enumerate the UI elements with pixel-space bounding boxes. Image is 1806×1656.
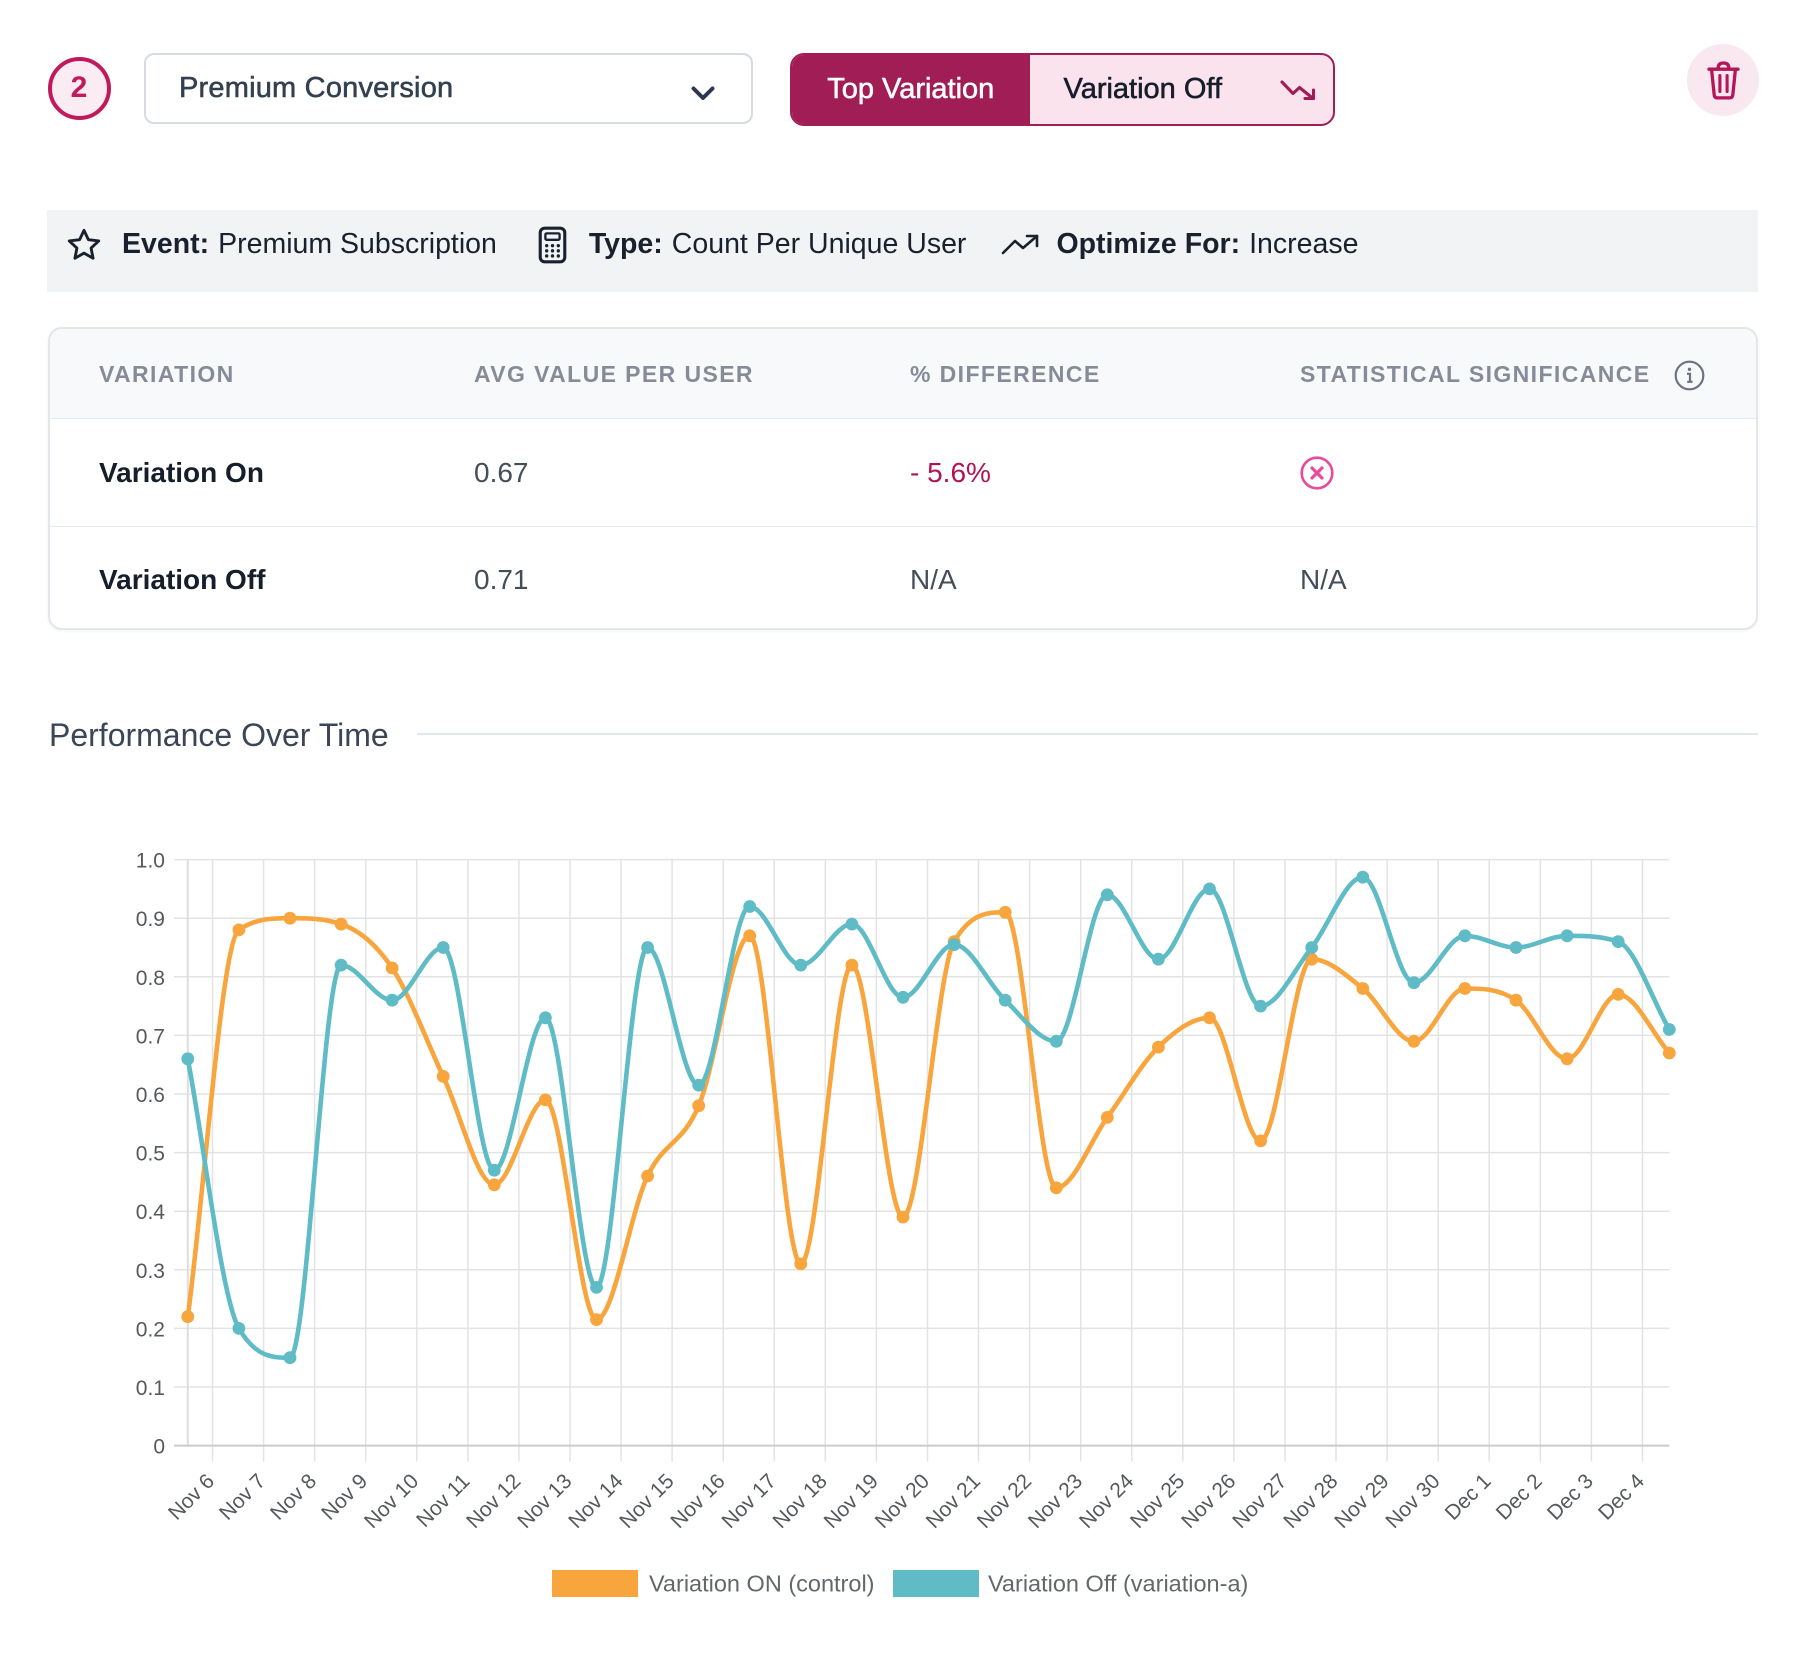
svg-text:Nov 30: Nov 30 xyxy=(1381,1470,1444,1533)
svg-text:0: 0 xyxy=(153,1436,165,1459)
svg-text:Nov 21: Nov 21 xyxy=(922,1470,985,1533)
svg-text:Nov 12: Nov 12 xyxy=(462,1470,525,1533)
svg-text:1.0: 1.0 xyxy=(136,850,165,873)
svg-text:Nov 14: Nov 14 xyxy=(564,1469,628,1533)
svg-text:0.8: 0.8 xyxy=(136,967,165,990)
svg-text:Nov 11: Nov 11 xyxy=(412,1470,474,1532)
svg-text:Nov 7: Nov 7 xyxy=(215,1470,270,1525)
svg-text:Nov 28: Nov 28 xyxy=(1279,1470,1342,1533)
svg-text:0.6: 0.6 xyxy=(136,1084,165,1107)
svg-text:Nov 8: Nov 8 xyxy=(266,1470,321,1525)
svg-text:Nov 19: Nov 19 xyxy=(820,1470,883,1533)
svg-text:Nov 17: Nov 17 xyxy=(718,1470,781,1533)
svg-text:Variation ON (control): Variation ON (control) xyxy=(649,1571,875,1597)
svg-text:0.9: 0.9 xyxy=(136,908,165,931)
svg-text:Nov 15: Nov 15 xyxy=(615,1470,678,1533)
svg-text:Nov 27: Nov 27 xyxy=(1228,1470,1291,1533)
svg-text:0.4: 0.4 xyxy=(136,1201,166,1224)
svg-text:Nov 20: Nov 20 xyxy=(871,1470,934,1533)
svg-text:Nov 22: Nov 22 xyxy=(973,1470,1036,1533)
svg-text:Nov 18: Nov 18 xyxy=(769,1470,832,1533)
svg-text:Dec 2: Dec 2 xyxy=(1492,1470,1547,1525)
svg-text:Nov 23: Nov 23 xyxy=(1024,1470,1087,1533)
svg-text:0.5: 0.5 xyxy=(136,1143,165,1166)
svg-text:0.7: 0.7 xyxy=(136,1025,165,1048)
svg-text:Dec 3: Dec 3 xyxy=(1543,1470,1598,1525)
svg-text:0.1: 0.1 xyxy=(136,1377,165,1400)
svg-text:Nov 16: Nov 16 xyxy=(666,1470,729,1533)
svg-text:Nov 24: Nov 24 xyxy=(1075,1469,1139,1533)
svg-text:Nov 26: Nov 26 xyxy=(1177,1470,1240,1533)
svg-text:Nov 13: Nov 13 xyxy=(513,1470,576,1533)
svg-text:Nov 6: Nov 6 xyxy=(164,1470,219,1525)
svg-text:Nov 10: Nov 10 xyxy=(360,1470,423,1533)
svg-text:0.3: 0.3 xyxy=(136,1260,165,1283)
svg-text:Dec 1: Dec 1 xyxy=(1441,1470,1496,1525)
svg-text:0.2: 0.2 xyxy=(136,1318,165,1341)
svg-text:Nov 29: Nov 29 xyxy=(1330,1470,1393,1533)
svg-text:Nov 25: Nov 25 xyxy=(1126,1470,1189,1533)
svg-text:Dec 4: Dec 4 xyxy=(1594,1469,1649,1524)
svg-text:Variation Off (variation-a): Variation Off (variation-a) xyxy=(988,1571,1248,1597)
